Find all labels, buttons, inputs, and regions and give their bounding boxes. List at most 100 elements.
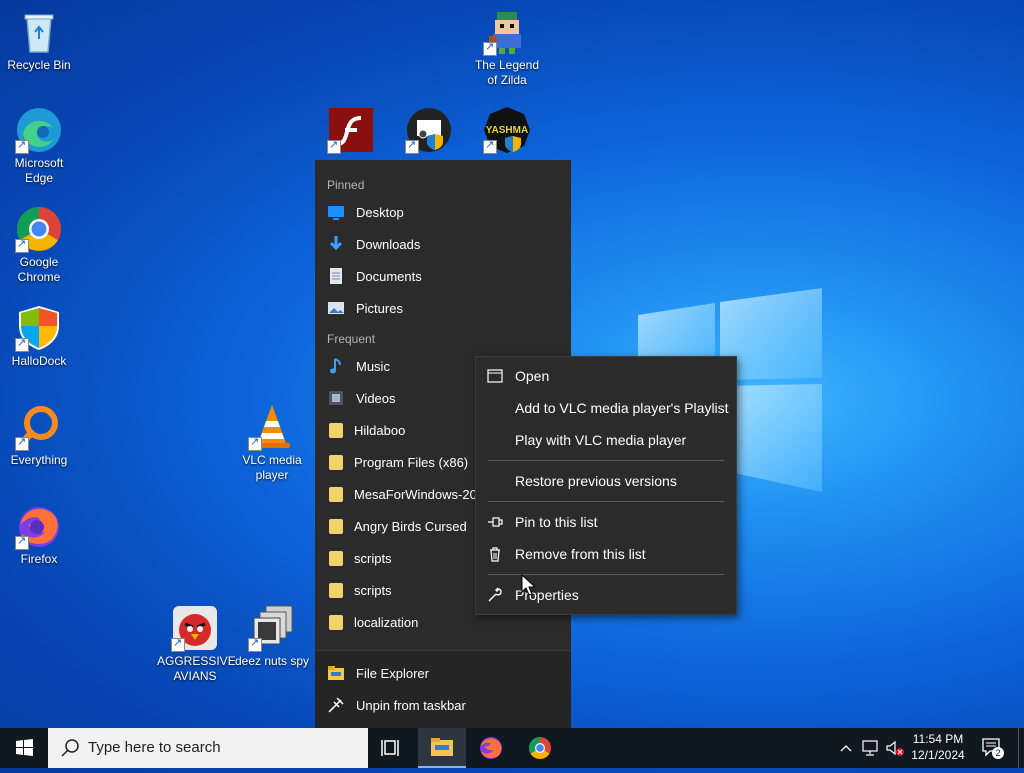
- desktop-icon-recycle-bin[interactable]: Recycle Bin: [1, 8, 77, 73]
- desktop-icon-monitor-shield[interactable]: [391, 106, 467, 156]
- jump-list-pinned-header: Pinned: [327, 178, 365, 192]
- desktop-icon-legend-of-zilda[interactable]: The Legend of Zilda: [469, 8, 545, 88]
- taskbar-chrome[interactable]: [516, 728, 564, 768]
- shield-icon: [15, 304, 63, 352]
- volume-muted-icon[interactable]: [885, 739, 905, 757]
- music-note-icon: [327, 357, 345, 375]
- context-menu-open[interactable]: Open: [476, 360, 736, 392]
- stacked-windows-icon: [248, 604, 296, 652]
- jump-list-item-label: scripts: [354, 582, 392, 598]
- jump-list-item-label: Documents: [356, 268, 422, 284]
- desktop-icon-yashma[interactable]: YASHMA: [469, 106, 545, 156]
- desktop-icon-label: VLC media player: [242, 453, 302, 482]
- desktop-icon-label: Recycle Bin: [7, 58, 71, 72]
- jump-list-item-downloads[interactable]: Downloads: [315, 228, 571, 260]
- pin-icon: [487, 514, 503, 530]
- menu-separator: [488, 501, 724, 502]
- jump-list-item-label: Pictures: [356, 300, 403, 316]
- desktop-icon-firefox[interactable]: Firefox: [1, 502, 77, 567]
- desktop-icon-everything[interactable]: Everything: [1, 403, 77, 468]
- jump-list-item-label: Program Files (x86): [354, 454, 469, 470]
- desktop-icon-hallodock[interactable]: HalloDock: [1, 304, 77, 369]
- context-menu-pin-to-list[interactable]: Pin to this list: [476, 506, 736, 538]
- edge-icon: [15, 106, 63, 154]
- magnifier-icon: [15, 403, 63, 451]
- taskbar-clock[interactable]: 11:54 PM 12/1/2024: [905, 731, 971, 763]
- action-center-button[interactable]: 2: [980, 736, 1006, 760]
- video-icon: [327, 389, 345, 407]
- notification-count-badge: 2: [992, 747, 1004, 759]
- file-explorer-icon: [327, 664, 345, 682]
- firefox-icon: [15, 502, 63, 550]
- taskbar-file-explorer[interactable]: [418, 728, 466, 768]
- context-menu-label: Restore previous versions: [515, 473, 677, 489]
- desktop-icon: [327, 203, 345, 221]
- context-menu-add-to-vlc-playlist[interactable]: Add to VLC media player's Playlist: [476, 392, 736, 424]
- taskbar-firefox[interactable]: [467, 728, 515, 768]
- desktop-icon-label: AGGRESSIVE AVIANS: [157, 654, 236, 683]
- desktop-icon-label: HalloDock: [11, 354, 67, 368]
- jump-list-item-label: MesaForWindows-20.1: [354, 486, 488, 502]
- search-icon: [61, 739, 79, 757]
- jump-list-unpin-from-taskbar[interactable]: Unpin from taskbar: [315, 689, 571, 721]
- desktop-icon-flash[interactable]: [313, 106, 389, 156]
- download-arrow-icon: [327, 235, 345, 253]
- jump-list-item-label: File Explorer: [356, 665, 429, 681]
- folder-icon: [329, 454, 343, 470]
- yashma-icon: YASHMA: [483, 106, 531, 154]
- taskbar-search-box[interactable]: Type here to search: [48, 728, 368, 768]
- jump-list-item-label: Hildaboo: [354, 422, 406, 438]
- context-menu-restore-previous-versions[interactable]: Restore previous versions: [476, 465, 736, 497]
- task-view-icon: [381, 740, 399, 756]
- jump-list-item-label: Angry Birds Cursed: [354, 518, 467, 534]
- context-menu-play-with-vlc[interactable]: Play with VLC media player: [476, 424, 736, 456]
- jump-list-file-explorer[interactable]: File Explorer: [315, 657, 571, 689]
- recycle-bin-icon: [15, 8, 63, 56]
- chrome-icon: [15, 205, 63, 253]
- desktop-icon-label: The Legend of Zilda: [474, 58, 540, 87]
- folder-icon: [329, 422, 343, 438]
- search-placeholder: Type here to search: [88, 739, 221, 756]
- context-menu: Open Add to VLC media player's Playlist …: [475, 356, 737, 615]
- jump-list-item-label: Desktop: [356, 204, 404, 220]
- context-menu-remove-from-list[interactable]: Remove from this list: [476, 538, 736, 570]
- firefox-icon: [480, 737, 502, 759]
- unpin-icon: [327, 696, 345, 714]
- window-icon: [487, 368, 503, 384]
- jump-list-item-label: Unpin from taskbar: [356, 697, 466, 713]
- task-view-button[interactable]: [368, 728, 416, 768]
- jump-list-item-label: Videos: [356, 390, 396, 406]
- jump-list-item-pictures[interactable]: Pictures: [315, 292, 571, 324]
- document-icon: [327, 267, 345, 285]
- taskbar: Type here to search 11:54 PM 12/1/2024 2: [0, 728, 1024, 768]
- context-menu-label: Pin to this list: [515, 514, 598, 530]
- jump-list-item-documents[interactable]: Documents: [315, 260, 571, 292]
- clock-date: 12/1/2024: [911, 748, 965, 762]
- desktop-icon-label: Google Chrome: [17, 255, 61, 284]
- chevron-up-icon[interactable]: [838, 740, 854, 756]
- network-icon[interactable]: [861, 739, 881, 757]
- windows-logo-icon: [16, 739, 33, 756]
- clock-time: 11:54 PM: [912, 732, 964, 746]
- angry-bird-icon: [171, 604, 219, 652]
- desktop-icon-label: Everything: [10, 453, 68, 467]
- jump-list-frequent-header: Frequent: [327, 332, 376, 346]
- desktop-icon-vlc[interactable]: VLC media player: [234, 403, 310, 483]
- context-menu-label: Open: [515, 368, 550, 384]
- show-desktop-button[interactable]: [1018, 728, 1024, 768]
- context-menu-label: Remove from this list: [515, 546, 646, 562]
- pictures-icon: [327, 299, 345, 317]
- desktop-icon-chrome[interactable]: Google Chrome: [1, 205, 77, 285]
- context-menu-properties[interactable]: Properties: [476, 579, 736, 611]
- jump-list-item-desktop[interactable]: Desktop: [315, 196, 571, 228]
- start-button[interactable]: [0, 728, 48, 768]
- flash-icon: [327, 106, 375, 154]
- desktop-icon-deez-nuts-spy[interactable]: deez nuts spy: [234, 604, 310, 669]
- wrench-icon: [487, 587, 503, 603]
- jump-list-item-label: Downloads: [356, 236, 421, 252]
- vlc-cone-icon: [248, 403, 296, 451]
- desktop-icon-aggressive-avians[interactable]: AGGRESSIVE AVIANS: [157, 604, 236, 684]
- folder-icon: [329, 582, 343, 598]
- folder-icon: [329, 550, 343, 566]
- desktop-icon-edge[interactable]: Microsoft Edge: [1, 106, 77, 186]
